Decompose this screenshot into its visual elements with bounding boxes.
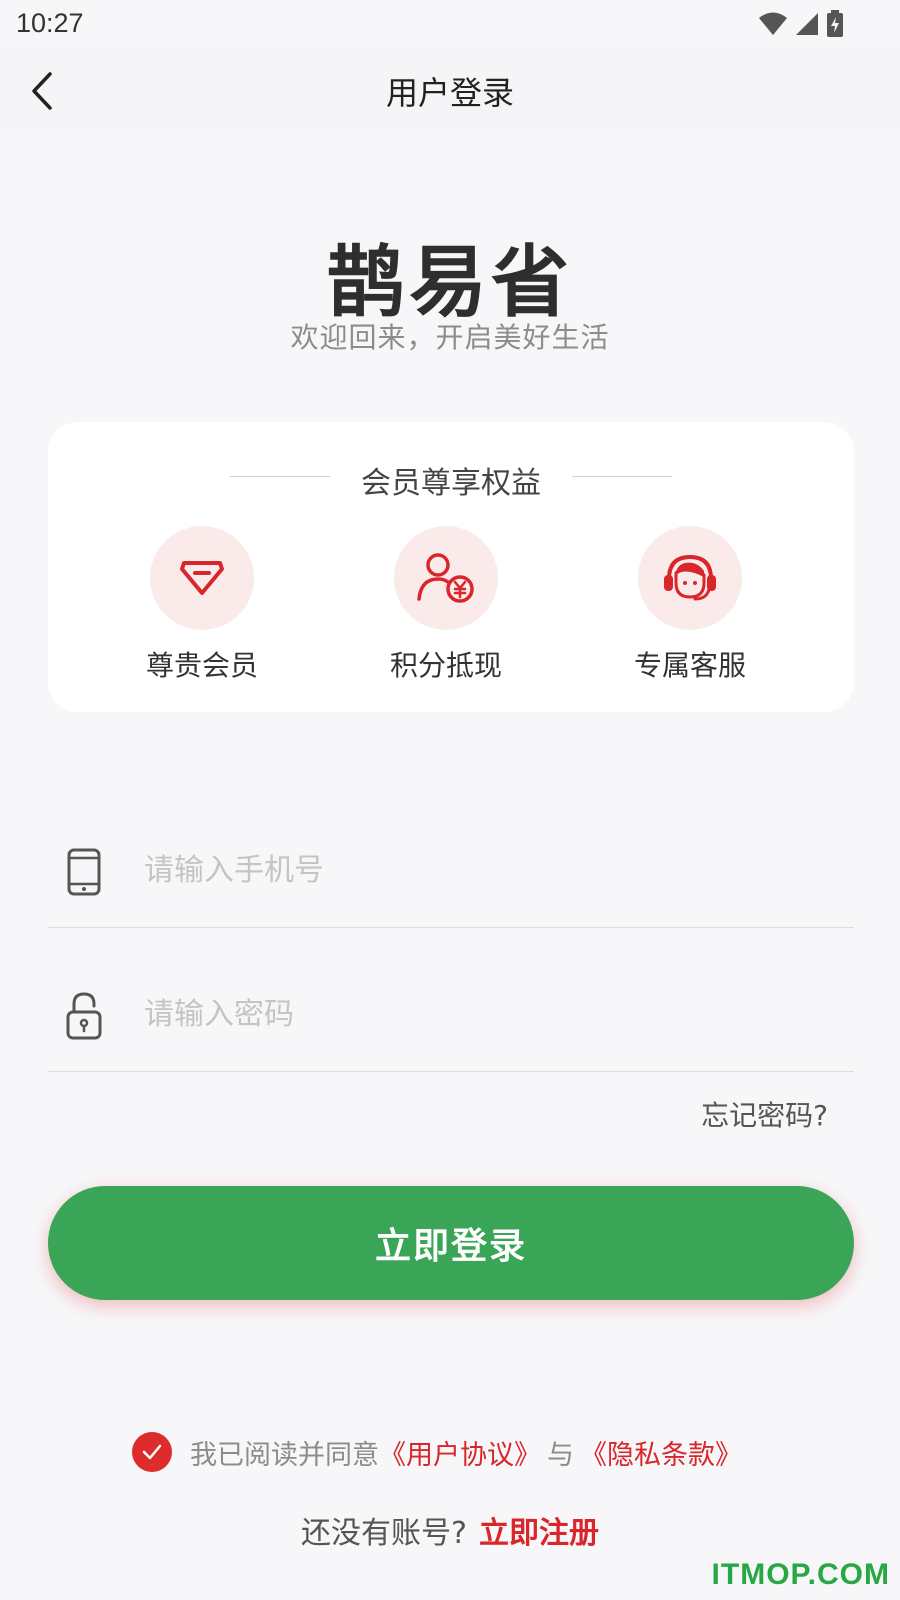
- status-time: 10:27: [16, 8, 84, 38]
- page-title: 用户登录: [385, 74, 514, 112]
- register-row: 还没有账号? 立即注册: [0, 1508, 900, 1552]
- brand-slogan: 欢迎回来，开启美好生活: [290, 321, 610, 354]
- wifi-icon: [759, 12, 787, 35]
- customer-service-icon: [664, 554, 716, 601]
- register-link[interactable]: 立即注册: [479, 1516, 599, 1551]
- diamond-icon: [180, 561, 224, 595]
- privacy-policy-link[interactable]: 《隐私条款》: [580, 1433, 742, 1472]
- watermark: ITMOP.COM: [711, 1558, 890, 1591]
- benefits-title-row: 会员尊享权益: [48, 454, 854, 501]
- benefit-icon-bg: [638, 526, 742, 630]
- signal-icon: [796, 13, 818, 35]
- benefits-title: 会员尊享权益: [361, 466, 541, 501]
- password-field: [48, 952, 854, 1072]
- benefit-points[interactable]: 积分抵现: [366, 526, 526, 684]
- benefit-service[interactable]: 专属客服: [610, 526, 770, 684]
- phone-input[interactable]: [144, 838, 824, 902]
- status-icons: [758, 10, 844, 38]
- benefit-label: 专属客服: [633, 649, 746, 682]
- user-yuan-icon: [417, 553, 474, 603]
- member-benefits-card: 会员尊享权益 尊贵会员 积分抵现 专属客服: [48, 422, 854, 712]
- status-bar: 10:27: [0, 0, 900, 48]
- phone-icon: [67, 848, 101, 896]
- login-button[interactable]: 立即登录: [48, 1186, 854, 1300]
- check-icon: [142, 1444, 162, 1460]
- phone-field: [48, 808, 854, 928]
- agreement-prefix: 我已阅读并同意: [190, 1439, 379, 1471]
- benefit-label: 积分抵现: [389, 649, 502, 682]
- divider-right: [572, 476, 672, 477]
- nav-bar: 用户登录: [0, 48, 900, 134]
- benefit-label: 尊贵会员: [145, 649, 258, 682]
- agreement-checkbox[interactable]: [132, 1432, 172, 1472]
- benefit-icon-bg: [394, 526, 498, 630]
- benefit-icon-bg: [150, 526, 254, 630]
- user-agreement-link[interactable]: 《用户协议》: [379, 1433, 541, 1472]
- password-input[interactable]: [144, 982, 824, 1046]
- register-prompt: 还没有账号?: [301, 1516, 467, 1551]
- agreement-row: 我已阅读并同意 《用户协议》 与 《隐私条款》: [132, 1430, 742, 1474]
- lock-icon: [66, 992, 102, 1040]
- battery-charging-icon: [827, 10, 843, 37]
- benefit-vip[interactable]: 尊贵会员: [122, 526, 282, 684]
- agreement-joiner: 与: [547, 1439, 574, 1471]
- forgot-password-link[interactable]: 忘记密码?: [701, 1094, 828, 1134]
